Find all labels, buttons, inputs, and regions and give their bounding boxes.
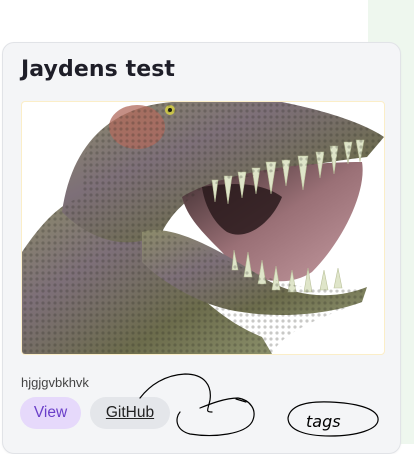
project-card: Jaydens test hjgjgvbkhvk View GitHub <box>2 42 401 454</box>
github-link[interactable]: GitHub <box>90 397 170 429</box>
card-title: Jaydens test <box>21 57 176 82</box>
project-image <box>21 101 385 355</box>
dinosaur-illustration <box>22 102 384 354</box>
view-button[interactable]: View <box>20 397 81 429</box>
card-description: hjgjgvbkhvk <box>21 375 89 390</box>
